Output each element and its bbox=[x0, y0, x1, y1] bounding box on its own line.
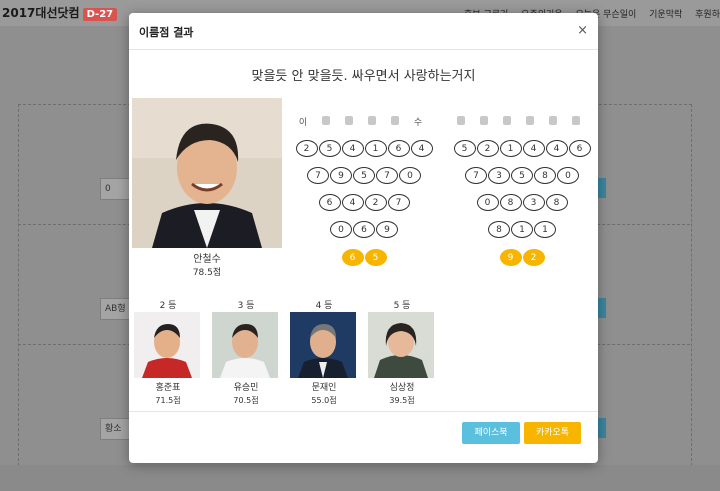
runner-score: 39.5점 bbox=[389, 396, 415, 405]
runner-score: 70.5점 bbox=[233, 396, 259, 405]
name-letters-right bbox=[455, 115, 605, 127]
runner-name: 유승민 bbox=[233, 383, 259, 393]
name-point-circle: 0 bbox=[557, 167, 579, 184]
name-point-circle: 5 bbox=[511, 167, 533, 184]
name-point-circle: 5 bbox=[318, 140, 341, 157]
name-letter bbox=[457, 116, 465, 125]
dday-badge: D-27 bbox=[82, 8, 118, 21]
name-letters-left: 이수 bbox=[297, 115, 447, 128]
runner-photo bbox=[212, 312, 278, 378]
winner-score: 78.5점 bbox=[192, 268, 222, 278]
name-point-circle: 6 bbox=[353, 221, 375, 238]
runner-name: 심상정 bbox=[389, 383, 415, 393]
brand-text: 2017대선닷컴 bbox=[2, 6, 80, 20]
name-point-circle: 6 bbox=[387, 140, 410, 157]
runner-5[interactable]: 5 등 심상정 39.5점 bbox=[368, 298, 436, 406]
name-point-circle: 4 bbox=[545, 140, 568, 157]
name-point-circle: 7 bbox=[465, 167, 487, 184]
final-score-circle: 5 bbox=[364, 249, 387, 266]
name-point-circle: 3 bbox=[522, 194, 545, 211]
name-point-circle: 0 bbox=[476, 194, 499, 211]
name-point-circle: 7 bbox=[376, 167, 398, 184]
runner-score: 71.5점 bbox=[155, 396, 181, 405]
brand-logo[interactable]: 2017대선닷컴 D-27 bbox=[2, 4, 118, 21]
runner-rank: 2 등 bbox=[159, 301, 177, 311]
name-point-circle: 1 bbox=[364, 140, 387, 157]
name-letter bbox=[549, 116, 557, 125]
name-point-circle: 1 bbox=[534, 221, 556, 238]
name-letter bbox=[345, 116, 353, 125]
runner-2[interactable]: 2 등 홍준표 71.5점 bbox=[134, 298, 202, 406]
final-score-circle: 2 bbox=[522, 249, 545, 266]
name-point-circle: 8 bbox=[488, 221, 510, 238]
runner-name: 문재인 bbox=[311, 383, 337, 393]
name-point-circle: 9 bbox=[330, 167, 352, 184]
nav-item-energy[interactable]: 기운막락 bbox=[649, 10, 682, 20]
name-point-circle: 4 bbox=[522, 140, 545, 157]
name-letter bbox=[391, 116, 399, 125]
name-point-circle: 4 bbox=[341, 140, 364, 157]
result-tagline: 맞을듯 안 맞을듯. 싸우면서 사랑하는거지 bbox=[251, 69, 476, 84]
name-point-circle: 5 bbox=[453, 140, 476, 157]
name-point-circle: 5 bbox=[353, 167, 375, 184]
name-point-circle: 8 bbox=[534, 167, 556, 184]
name-point-circle: 7 bbox=[387, 194, 410, 211]
facebook-share-button[interactable]: 페이스북 bbox=[462, 422, 520, 444]
name-point-circle: 3 bbox=[488, 167, 510, 184]
runner-4[interactable]: 4 등 문재인 55.0점 bbox=[290, 298, 358, 406]
runner-rank: 3 등 bbox=[237, 301, 255, 311]
modal-footer-divider bbox=[129, 411, 598, 412]
runner-score: 55.0점 bbox=[311, 396, 337, 405]
name-point-circle: 4 bbox=[341, 194, 364, 211]
runner-name: 홍준표 bbox=[155, 383, 181, 393]
runner-rank: 4 등 bbox=[315, 301, 333, 311]
name-point-circle: 1 bbox=[511, 221, 533, 238]
runner-3[interactable]: 3 등 유승민 70.5점 bbox=[212, 298, 280, 406]
name-point-circle: 9 bbox=[376, 221, 398, 238]
name-point-circle: 1 bbox=[499, 140, 522, 157]
name-point-circle: 0 bbox=[399, 167, 421, 184]
name-letter bbox=[368, 116, 376, 125]
final-score-circle: 6 bbox=[341, 249, 364, 266]
modal-header: 이름점 결과 × bbox=[129, 13, 598, 50]
name-point-circle: 2 bbox=[295, 140, 318, 157]
runner-photo bbox=[290, 312, 356, 378]
name-point-circle: 6 bbox=[318, 194, 341, 211]
name-point-circle: 8 bbox=[545, 194, 568, 211]
name-letter bbox=[572, 116, 580, 125]
close-button[interactable]: × bbox=[577, 23, 588, 38]
runner-photo bbox=[134, 312, 200, 378]
name-point-circle: 6 bbox=[568, 140, 591, 157]
winner-photo bbox=[132, 98, 282, 248]
name-letter: 이 bbox=[298, 118, 308, 128]
kakao-share-button[interactable]: 카카오톡 bbox=[524, 422, 581, 444]
name-point-circle: 0 bbox=[330, 221, 352, 238]
name-point-circle: 2 bbox=[364, 194, 387, 211]
name-letter bbox=[526, 116, 534, 125]
name-point-circle: 8 bbox=[499, 194, 522, 211]
nav-item-support[interactable]: 후원하 bbox=[695, 10, 720, 20]
name-point-circle: 2 bbox=[476, 140, 499, 157]
name-letter bbox=[503, 116, 511, 125]
modal-title: 이름점 결과 bbox=[139, 26, 194, 39]
background-footer bbox=[0, 465, 720, 491]
name-letter: 수 bbox=[413, 118, 423, 128]
winner-name: 안철수 bbox=[193, 254, 221, 265]
name-point-circle: 7 bbox=[307, 167, 329, 184]
final-score-circle: 9 bbox=[499, 249, 522, 266]
name-point-circle: 4 bbox=[410, 140, 433, 157]
runner-photo bbox=[368, 312, 434, 378]
runner-rank: 5 등 bbox=[393, 301, 411, 311]
name-letter bbox=[480, 116, 488, 125]
result-modal: 이름점 결과 × 맞을듯 안 맞을듯. 싸우면서 사랑하는거지 안철수 78.5… bbox=[129, 13, 598, 463]
name-letter bbox=[322, 116, 330, 125]
